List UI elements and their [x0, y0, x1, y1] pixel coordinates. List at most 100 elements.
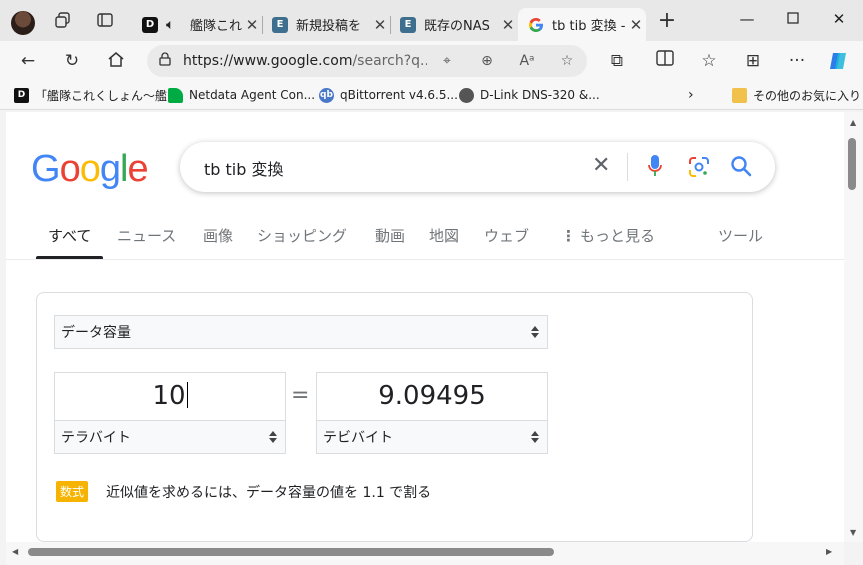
more-options-icon[interactable]: ··· — [786, 50, 808, 72]
tab-videos[interactable]: 動画 — [375, 225, 405, 246]
to-unit-select[interactable]: テビバイト — [316, 420, 548, 454]
zoom-icon[interactable]: ⊕ — [467, 53, 507, 69]
url-text[interactable]: https://www.google.com/search?q... — [183, 53, 427, 69]
select-arrows-icon — [531, 431, 539, 443]
unit-converter-card: データ容量 10 テラバイト = 9.09495 テビバイト 数式 近似値を求め… — [36, 292, 753, 542]
tab-web[interactable]: ウェブ — [484, 225, 529, 246]
bookmark-favicon — [459, 87, 474, 103]
bookmark-dlink[interactable]: D-Link DNS-320 &... — [459, 86, 600, 104]
profile-avatar[interactable] — [11, 11, 35, 35]
bookmark-favicon — [168, 87, 183, 103]
vertical-scrollbar[interactable]: ▲ ▼ — [844, 112, 863, 542]
google-logo[interactable]: Google — [31, 148, 149, 191]
url-path: /search?q... — [352, 53, 427, 69]
back-icon[interactable]: ← — [17, 50, 39, 72]
close-tab-icon[interactable]: ✕ — [370, 16, 390, 34]
maximize-icon[interactable] — [782, 10, 804, 32]
tab-actions-icon[interactable] — [95, 11, 115, 31]
bookmark-other-favorites[interactable]: その他のお気に入り — [732, 86, 861, 104]
tab-images[interactable]: 画像 — [203, 225, 233, 246]
copilot-icon[interactable] — [828, 50, 850, 72]
tab-tools[interactable]: ツール — [718, 225, 763, 246]
tab-title: 艦隊これ — [190, 19, 242, 34]
bookmark-label: Netdata Agent Con... — [189, 88, 316, 102]
bookmark-label: その他のお気に入り — [753, 88, 862, 103]
from-value-text: 10 — [152, 381, 186, 411]
lens-search-icon[interactable] — [688, 156, 710, 178]
location-icon[interactable]: ⌖ — [427, 53, 467, 69]
tab-existing-nas[interactable]: E 既存のNAS ✕ — [390, 8, 518, 41]
page-content: Google tb tib 変換 ✕ すべて ニュース 画像 ショッピング 動画… — [6, 112, 844, 542]
read-aloud-icon[interactable]: Aᵃ — [507, 53, 547, 69]
tab-title: tb tib 変換 - — [552, 19, 626, 34]
from-unit-value: テラバイト — [61, 430, 131, 446]
search-nav-tabs: すべて ニュース 画像 ショッピング 動画 地図 ウェブ ⋮ もっと見る ツール — [6, 212, 844, 260]
equals-sign: = — [291, 383, 310, 408]
tab-shopping[interactable]: ショッピング — [257, 225, 347, 246]
scroll-left-icon[interactable]: ◀ — [12, 547, 18, 556]
voice-search-icon[interactable] — [648, 154, 662, 180]
tab-news[interactable]: ニュース — [117, 225, 176, 246]
close-tab-icon[interactable]: ✕ — [498, 16, 518, 34]
close-tab-icon[interactable]: ✕ — [242, 16, 262, 34]
lock-icon[interactable] — [147, 52, 183, 70]
tab-title: 既存のNAS — [424, 19, 490, 34]
tab-more-label: もっと見る — [580, 227, 656, 245]
google-g-icon — [528, 17, 544, 33]
favorites-icon[interactable]: ☆ — [698, 50, 720, 72]
split-screen-icon[interactable] — [654, 50, 676, 72]
tab-favicon: D — [142, 16, 158, 33]
minimize-icon[interactable]: — — [736, 10, 758, 32]
extensions-icon[interactable]: ⧉ — [606, 50, 628, 72]
bookmark-label: qBittorrent v4.6.5... — [340, 88, 458, 102]
tab-google-search[interactable]: tb tib 変換 - ✕ — [518, 8, 646, 41]
new-tab-button[interactable]: + — [656, 10, 678, 33]
search-input[interactable]: tb tib 変換 — [204, 156, 283, 180]
formula-row: 数式 近似値を求めるには、データ容量の値を 1.1 で割る — [56, 481, 431, 502]
refresh-icon[interactable]: ↻ — [61, 50, 83, 72]
tab-all[interactable]: すべて — [35, 225, 104, 259]
workspaces-icon[interactable] — [53, 11, 73, 31]
bookmark-label: 「艦隊これくしょん〜艦... — [35, 88, 179, 103]
more-vert-icon: ⋮ — [561, 227, 576, 245]
to-value-input[interactable]: 9.09495 — [316, 372, 548, 420]
from-unit-select[interactable]: テラバイト — [54, 420, 286, 454]
tab-kancolle[interactable]: D 🔈︎ 艦隊これ ✕ — [132, 8, 263, 41]
bookmark-netdata[interactable]: Netdata Agent Con... — [168, 86, 315, 104]
tab-favicon: E — [400, 16, 416, 33]
home-icon[interactable] — [105, 50, 127, 72]
favorite-star-icon[interactable]: ☆ — [547, 53, 587, 69]
collections-icon[interactable]: ⊞ — [742, 50, 764, 72]
address-bar[interactable]: https://www.google.com/search?q... ⌖ ⊕ A… — [147, 45, 587, 77]
speaker-icon[interactable]: 🔈︎ — [166, 17, 186, 33]
bookmarks-overflow-chevron-icon[interactable]: › — [688, 86, 694, 104]
tab-maps[interactable]: 地図 — [429, 225, 459, 246]
close-window-icon[interactable]: ✕ — [828, 10, 850, 32]
select-arrows-icon — [531, 326, 539, 338]
tab-new-post[interactable]: E 新規投稿を ✕ — [262, 8, 391, 41]
bookmark-favicon: D — [14, 87, 29, 103]
scroll-down-icon[interactable]: ▼ — [850, 528, 856, 537]
formula-text: 近似値を求めるには、データ容量の値を 1.1 で割る — [106, 484, 432, 501]
scroll-right-icon[interactable]: ▶ — [826, 547, 832, 556]
search-box[interactable]: tb tib 変換 ✕ — [180, 142, 775, 192]
horizontal-scrollbar[interactable]: ◀ ▶ — [6, 542, 844, 565]
bookmark-label: D-Link DNS-320 &... — [480, 88, 600, 102]
horizontal-scroll-thumb[interactable] — [28, 548, 554, 556]
formula-badge: 数式 — [56, 481, 89, 502]
text-caret — [186, 382, 188, 408]
category-select[interactable]: データ容量 — [54, 315, 548, 349]
bookmark-qbittorrent[interactable]: qb qBittorrent v4.6.5... — [319, 86, 458, 104]
close-tab-icon[interactable]: ✕ — [626, 16, 646, 34]
scroll-up-icon[interactable]: ▲ — [850, 118, 856, 127]
search-icon[interactable] — [730, 155, 752, 177]
tab-more[interactable]: ⋮ もっと見る — [561, 225, 655, 246]
search-divider — [627, 153, 628, 181]
tab-favicon: E — [272, 16, 288, 33]
vertical-scroll-thumb[interactable] — [848, 138, 856, 190]
from-value-input[interactable]: 10 — [54, 372, 286, 420]
bookmark-favicon: qb — [319, 87, 334, 103]
bookmark-kancolle[interactable]: D 「艦隊これくしょん〜艦... — [14, 86, 178, 104]
clear-search-icon[interactable]: ✕ — [592, 153, 610, 178]
tab-strip: D 🔈︎ 艦隊これ ✕ E 新規投稿を ✕ E 既存のNAS ✕ tb tib … — [0, 0, 863, 41]
